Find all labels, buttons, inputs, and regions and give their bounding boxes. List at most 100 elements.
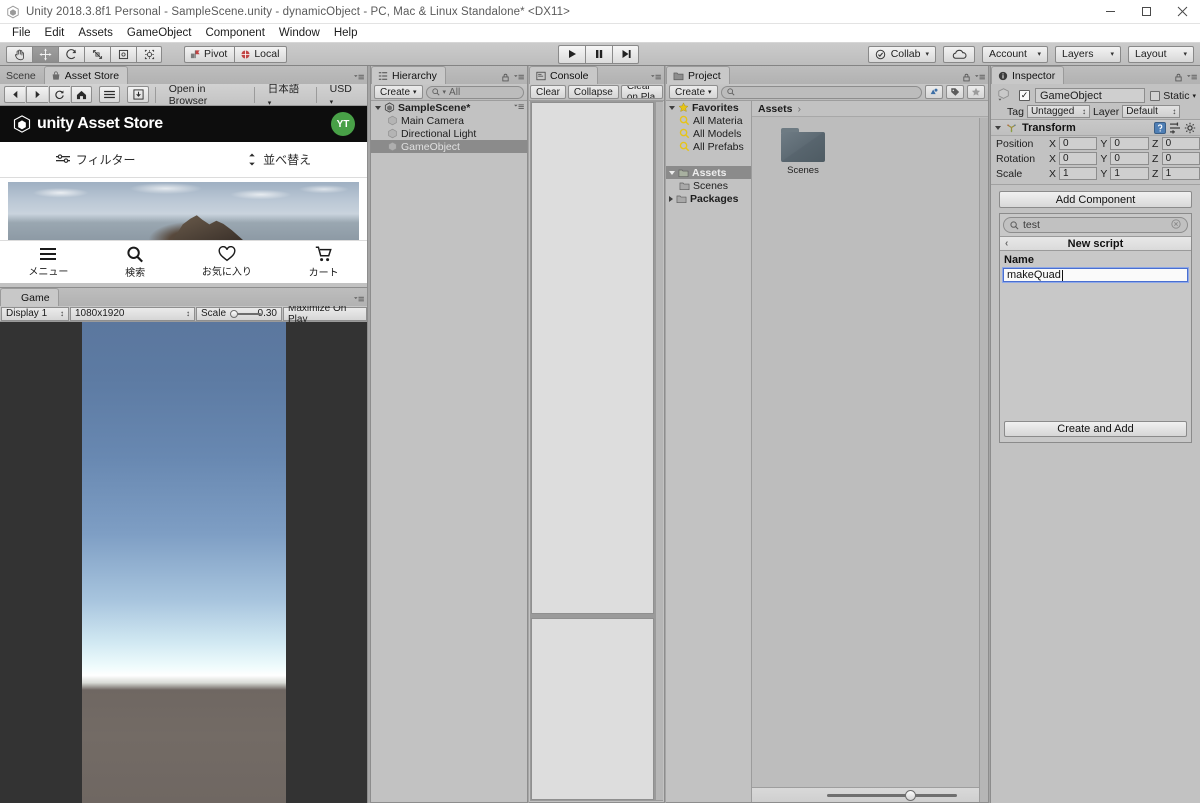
- add-component-button[interactable]: Add Component: [999, 191, 1192, 208]
- hierarchy-search-input[interactable]: ▾ All: [425, 85, 524, 99]
- position-z-input[interactable]: 0: [1161, 137, 1200, 150]
- game-view[interactable]: [0, 322, 367, 803]
- rect-tool-button[interactable]: [110, 45, 136, 63]
- hierarchy-item-main-camera[interactable]: Main Camera: [371, 114, 527, 127]
- maximize-on-play-toggle[interactable]: Maximize On Play: [283, 303, 367, 325]
- layers-button[interactable]: Layers ▾: [1055, 45, 1121, 63]
- project-asset-grid[interactable]: Scenes: [752, 118, 988, 780]
- console-message-list[interactable]: [531, 102, 654, 614]
- rotation-x-input[interactable]: 0: [1059, 152, 1098, 165]
- create-and-add-button[interactable]: Create and Add: [1004, 421, 1187, 437]
- display-selector[interactable]: Display 1 ↕: [1, 306, 69, 321]
- panel-options[interactable]: [1174, 73, 1197, 82]
- console-message-detail[interactable]: [531, 618, 654, 800]
- home-button[interactable]: [70, 86, 93, 103]
- project-create-button[interactable]: Create ▾: [669, 85, 718, 99]
- position-y-input[interactable]: 0: [1110, 137, 1149, 150]
- chevron-right-icon[interactable]: [669, 195, 673, 202]
- project-search-input[interactable]: [720, 85, 922, 99]
- chevron-down-icon[interactable]: [669, 170, 675, 175]
- tab-console[interactable]: Console: [529, 66, 598, 84]
- console-scrollbar[interactable]: [655, 102, 663, 800]
- menu-help[interactable]: Help: [327, 25, 365, 41]
- position-x-input[interactable]: 0: [1059, 137, 1098, 150]
- rotate-tool-button[interactable]: [58, 45, 84, 63]
- chevron-down-icon[interactable]: [995, 125, 1001, 130]
- tab-game[interactable]: Game: [0, 288, 59, 306]
- console-clear-button[interactable]: Clear: [530, 85, 566, 99]
- scale-y-input[interactable]: 1: [1110, 167, 1149, 180]
- rotation-z-input[interactable]: 0: [1161, 152, 1200, 165]
- script-name-input[interactable]: makeQuad: [1002, 267, 1189, 283]
- panel-options[interactable]: [501, 73, 524, 82]
- project-filter-type-button[interactable]: [925, 85, 943, 99]
- static-checkbox[interactable]: [1150, 90, 1161, 101]
- collab-button[interactable]: Collab ▾: [867, 45, 936, 63]
- pivot-button[interactable]: Pivot: [184, 45, 235, 63]
- project-zoom-slider[interactable]: [752, 787, 979, 802]
- project-tree-all-materials[interactable]: All Materia: [666, 114, 751, 127]
- panel-options[interactable]: [353, 73, 364, 82]
- avatar[interactable]: YT: [331, 112, 355, 136]
- slider-knob[interactable]: [905, 789, 916, 801]
- project-tree-favorites[interactable]: Favorites: [666, 101, 751, 114]
- project-filter-label-button[interactable]: [946, 85, 964, 99]
- step-button[interactable]: [612, 44, 639, 64]
- menu-edit[interactable]: Edit: [38, 25, 72, 41]
- tab-hierarchy[interactable]: Hierarchy: [371, 66, 446, 84]
- scale-tool-button[interactable]: [84, 45, 110, 63]
- chevron-down-icon[interactable]: [375, 105, 381, 110]
- maximize-button[interactable]: [1128, 0, 1164, 24]
- tab-inspector[interactable]: Inspector: [991, 66, 1065, 84]
- local-button[interactable]: Local: [234, 45, 288, 63]
- menu-assets[interactable]: Assets: [71, 25, 120, 41]
- download-button[interactable]: [127, 86, 149, 103]
- pause-button[interactable]: [585, 44, 612, 64]
- play-button[interactable]: [558, 44, 585, 64]
- filter-button[interactable]: フィルター: [55, 151, 136, 168]
- project-tree-scenes[interactable]: Scenes: [666, 179, 751, 192]
- language-selector[interactable]: 日本語 ▾: [261, 81, 310, 108]
- layout-button[interactable]: Layout ▾: [1128, 45, 1194, 63]
- project-tree-all-prefabs[interactable]: All Prefabs: [666, 140, 751, 153]
- forward-button[interactable]: [26, 86, 48, 103]
- clear-icon[interactable]: [1171, 218, 1181, 232]
- move-tool-button[interactable]: [32, 45, 58, 63]
- hierarchy-create-button[interactable]: Create ▾: [374, 85, 423, 99]
- currency-selector[interactable]: USD ▾: [323, 83, 363, 107]
- scale-x-input[interactable]: 1: [1059, 167, 1098, 180]
- hand-tool-button[interactable]: [6, 45, 32, 63]
- rotation-y-input[interactable]: 0: [1110, 152, 1149, 165]
- project-tree-packages[interactable]: Packages: [666, 192, 751, 205]
- nav-cart[interactable]: カート: [309, 245, 339, 279]
- nav-menu[interactable]: メニュー: [28, 246, 68, 278]
- static-toggle[interactable]: Static ▾: [1150, 90, 1196, 102]
- menu-window[interactable]: Window: [272, 25, 327, 41]
- close-button[interactable]: [1164, 0, 1200, 24]
- project-tree-assets[interactable]: Assets: [666, 166, 751, 179]
- console-collapse-button[interactable]: Collapse: [567, 85, 619, 99]
- layer-dropdown[interactable]: Default ↕: [1122, 105, 1181, 118]
- hierarchy-scene-row[interactable]: SampleScene*: [371, 101, 527, 114]
- panel-options[interactable]: [962, 73, 985, 82]
- menu-component[interactable]: Component: [198, 25, 271, 41]
- slider-knob[interactable]: [230, 309, 239, 318]
- tag-dropdown[interactable]: Untagged ↕: [1026, 105, 1090, 118]
- menu-file[interactable]: File: [5, 25, 38, 41]
- gameobject-enabled-checkbox[interactable]: ✓: [1019, 90, 1030, 101]
- menu-gameobject[interactable]: GameObject: [120, 25, 199, 41]
- breadcrumb-assets[interactable]: Assets: [758, 103, 792, 115]
- project-favorite-button[interactable]: [967, 85, 985, 99]
- asset-menu-button[interactable]: [99, 86, 121, 103]
- cloud-button[interactable]: [943, 45, 975, 63]
- component-search-input[interactable]: test: [1003, 217, 1188, 233]
- panel-options[interactable]: [650, 73, 661, 82]
- back-button[interactable]: [4, 86, 26, 103]
- nav-favorites[interactable]: お気に入り: [202, 246, 252, 278]
- project-scrollbar[interactable]: [979, 118, 988, 802]
- account-button[interactable]: Account ▾: [982, 45, 1048, 63]
- transform-component-header[interactable]: Transform: [991, 120, 1200, 136]
- hierarchy-item-directional-light[interactable]: Directional Light: [371, 127, 527, 140]
- project-tree-all-models[interactable]: All Models: [666, 127, 751, 140]
- resolution-selector[interactable]: 1080x1920 ↕: [70, 306, 195, 321]
